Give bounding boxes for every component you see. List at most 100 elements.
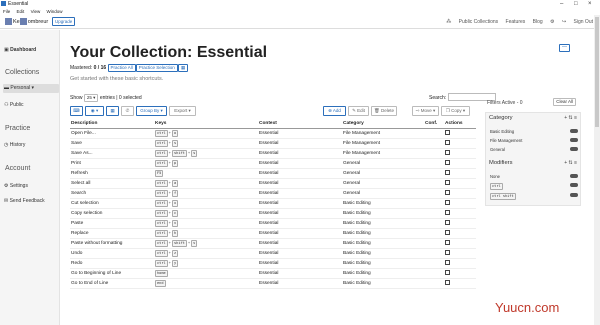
maximize-icon[interactable]: □	[574, 0, 578, 8]
cell-confidence	[424, 278, 444, 289]
key-cap: ctrl	[155, 229, 168, 237]
sidebar-item-dashboard[interactable]: ▣ Dashboard	[4, 47, 36, 53]
table-row[interactable]: Go to Beginning of Line home Essential Basi…	[70, 268, 476, 279]
menu-edit[interactable]: Edit	[17, 9, 25, 14]
edit-icon[interactable]	[445, 219, 450, 225]
table-row[interactable]: Redo ctrl + y Essential Basic Editing	[70, 258, 476, 269]
table-row[interactable]: Copy selection ctrl + c Essential Basic Editi…	[70, 208, 476, 219]
public-collections-link[interactable]: ⁂ Public Collections	[446, 19, 498, 25]
delete-button[interactable]: 🗑 Delete	[371, 106, 397, 116]
menu-file[interactable]: File	[3, 9, 10, 14]
col-description[interactable]: Description	[70, 120, 154, 129]
table-row[interactable]: Save As... ctrl + shift + s Essential File Mana…	[70, 148, 476, 159]
table-row[interactable]: Search ctrl + f Essential General	[70, 188, 476, 199]
edit-icon[interactable]	[445, 199, 450, 205]
filter-file-management[interactable]: File Management	[490, 138, 522, 143]
filter-ctrl-shift[interactable]: ctrl shift	[490, 193, 516, 200]
table-row[interactable]: Replace ctrl + h Essential Basic Editing	[70, 228, 476, 239]
cell-actions	[444, 278, 476, 289]
edit-icon[interactable]	[445, 179, 450, 185]
menu-window[interactable]: Window	[47, 9, 63, 14]
sidebar-item-personal[interactable]: ▬ Personal ▾	[4, 85, 34, 91]
edit-icon[interactable]	[445, 259, 450, 265]
key-cap: ctrl	[155, 219, 168, 227]
sidebar-item-settings[interactable]: ⚙ Settings	[4, 183, 28, 189]
key-cap: F5	[155, 169, 164, 177]
cell-category: General	[342, 188, 424, 199]
col-keys[interactable]: Keys	[154, 120, 258, 129]
keyboard-icon[interactable]: ⌨	[70, 106, 83, 116]
col-context[interactable]: Context	[258, 120, 342, 129]
visibility-icon[interactable]: ◉ ▾	[85, 106, 104, 116]
edit-button[interactable]: ✎ Edit	[348, 106, 369, 116]
cell-confidence	[424, 198, 444, 209]
filter-ctrl[interactable]: ctrl	[490, 183, 503, 190]
sidebar-item-feedback[interactable]: ✉ Send Feedback	[4, 198, 45, 204]
edit-icon[interactable]	[445, 169, 450, 175]
edit-icon[interactable]	[445, 279, 450, 285]
entries-select[interactable]: 25 ▾	[83, 94, 99, 102]
practice-selection-button[interactable]: Practice Selection	[135, 64, 178, 72]
edit-icon[interactable]	[445, 229, 450, 235]
phone-icon[interactable]: ✆	[121, 106, 134, 116]
minimize-icon[interactable]: –	[560, 0, 563, 8]
features-link[interactable]: Features	[506, 19, 526, 25]
sign-out-link[interactable]: ↪ Sign Out	[562, 19, 593, 25]
count-badge	[570, 129, 578, 133]
table-row[interactable]: Open File... ctrl + o Essential File Manageme…	[70, 128, 476, 139]
filter-none[interactable]: None	[490, 174, 500, 179]
sidebar-item-public[interactable]: ⚇ Public	[4, 102, 24, 108]
table-row[interactable]: Paste ctrl + v Essential Basic Editing	[70, 218, 476, 229]
copy-button[interactable]: ❐ Copy ▾	[441, 106, 470, 116]
group-by-button[interactable]: Group By ▾	[136, 106, 167, 116]
cell-category: Basic Editing	[342, 248, 424, 259]
edit-icon[interactable]	[445, 249, 450, 255]
key-cap: z	[172, 249, 179, 257]
close-icon[interactable]: ×	[588, 0, 592, 8]
edit-icon[interactable]	[445, 239, 450, 245]
modifier-controls-icon[interactable]: + ⇅ ≡	[564, 160, 577, 166]
table-row[interactable]: Save ctrl + s Essential File Management	[70, 138, 476, 149]
chart-icon[interactable]: ▦	[177, 64, 189, 72]
key-cap: x	[172, 199, 179, 207]
add-button[interactable]: ⊕ Add	[323, 106, 346, 116]
clear-all-button[interactable]: Clear All	[553, 98, 576, 106]
filter-controls-icon[interactable]: + ⇅ ≡	[564, 115, 577, 121]
table-row[interactable]: Refresh F5 Essential General	[70, 168, 476, 179]
filter-basic-editing[interactable]: Basic Editing	[490, 129, 514, 134]
table-row[interactable]: Cut selection ctrl + x Essential Basic Editin…	[70, 198, 476, 209]
edit-icon[interactable]	[445, 129, 450, 135]
edit-icon[interactable]	[445, 269, 450, 275]
account-icon[interactable]: ⚙	[550, 19, 554, 25]
table-row[interactable]: Paste without formatting ctrl + shift + v Esse…	[70, 238, 476, 249]
table-row[interactable]: Go to End of Line end Essential Basic Editi…	[70, 278, 476, 289]
edit-icon[interactable]	[445, 149, 450, 155]
move-button[interactable]: ⇨ Move ▾	[412, 106, 439, 116]
col-category[interactable]: Category	[342, 120, 424, 129]
upgrade-button[interactable]: Upgrade	[52, 17, 76, 26]
edit-icon[interactable]	[445, 209, 450, 215]
filter-general[interactable]: General	[490, 147, 505, 152]
scrollbar-thumb[interactable]	[595, 17, 599, 127]
table-row[interactable]: Undo ctrl + z Essential Basic Editing	[70, 248, 476, 259]
table-row[interactable]: Select all ctrl + a Essential General	[70, 178, 476, 189]
scrollbar[interactable]	[594, 15, 600, 325]
sidebar-item-history[interactable]: ◷ History	[4, 142, 25, 148]
export-button[interactable]: Export ▾	[169, 106, 196, 116]
cell-context: Essential	[258, 138, 342, 149]
count-badge	[570, 174, 578, 178]
edit-icon[interactable]	[445, 159, 450, 165]
logo[interactable]: Ke ombreur	[5, 17, 48, 27]
edit-icon[interactable]	[445, 189, 450, 195]
practice-all-button[interactable]: Practice All	[107, 64, 136, 72]
collapse-button[interactable]: —	[559, 44, 570, 52]
menu-view[interactable]: View	[31, 9, 41, 14]
table-row[interactable]: Print ctrl + p Essential General	[70, 158, 476, 169]
cell-keys: ctrl + x	[154, 198, 258, 209]
cell-context: Essential	[258, 158, 342, 169]
cell-confidence	[424, 238, 444, 249]
blog-link[interactable]: Blog	[533, 19, 543, 25]
grid-icon[interactable]: ▦	[106, 106, 119, 116]
col-confidence[interactable]: Conf.	[424, 120, 444, 129]
edit-icon[interactable]	[445, 139, 450, 145]
